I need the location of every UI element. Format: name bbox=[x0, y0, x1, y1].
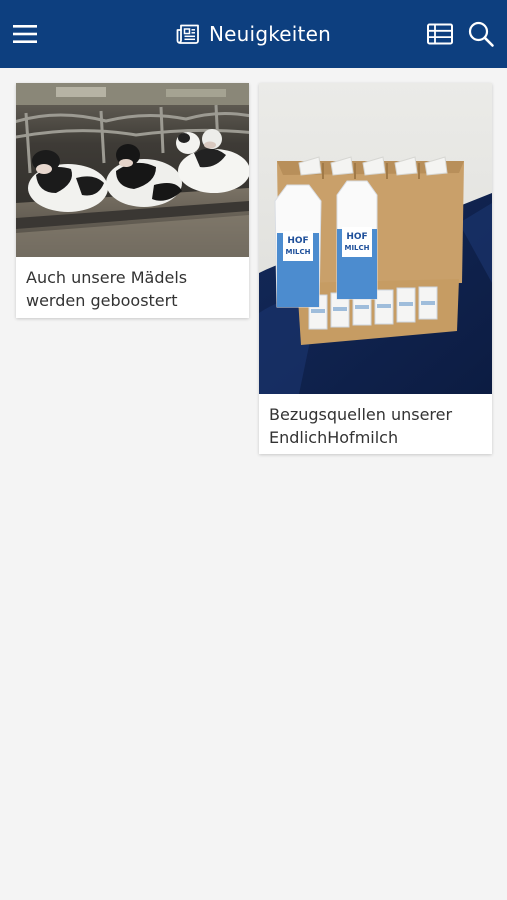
menu-button[interactable] bbox=[8, 17, 42, 51]
news-card[interactable]: HOF MILCH HOF MILCH Bezugsquellen unsere… bbox=[259, 83, 492, 454]
news-title: Bezugsquellen unserer EndlichHofmilch bbox=[269, 405, 453, 447]
svg-text:HOF: HOF bbox=[287, 236, 308, 246]
news-card[interactable]: Auch unsere Mädels werden geboostert bbox=[16, 83, 249, 318]
milk-cartons-photo: HOF MILCH HOF MILCH bbox=[259, 83, 492, 394]
news-title: Auch unsere Mädels werden geboostert bbox=[26, 268, 188, 310]
svg-text:MILCH: MILCH bbox=[285, 248, 310, 256]
page-title: Neuigkeiten bbox=[209, 22, 331, 46]
newspaper-icon bbox=[176, 24, 199, 44]
svg-text:MILCH: MILCH bbox=[344, 244, 369, 252]
search-icon bbox=[468, 21, 494, 47]
list-view-button[interactable] bbox=[423, 17, 457, 51]
search-button[interactable] bbox=[464, 17, 498, 51]
list-view-icon bbox=[427, 23, 453, 45]
svg-text:HOF: HOF bbox=[346, 232, 367, 242]
cows-in-barn-photo bbox=[16, 83, 249, 257]
app-bar: Neuigkeiten bbox=[0, 0, 507, 68]
hamburger-menu-icon bbox=[13, 25, 37, 43]
